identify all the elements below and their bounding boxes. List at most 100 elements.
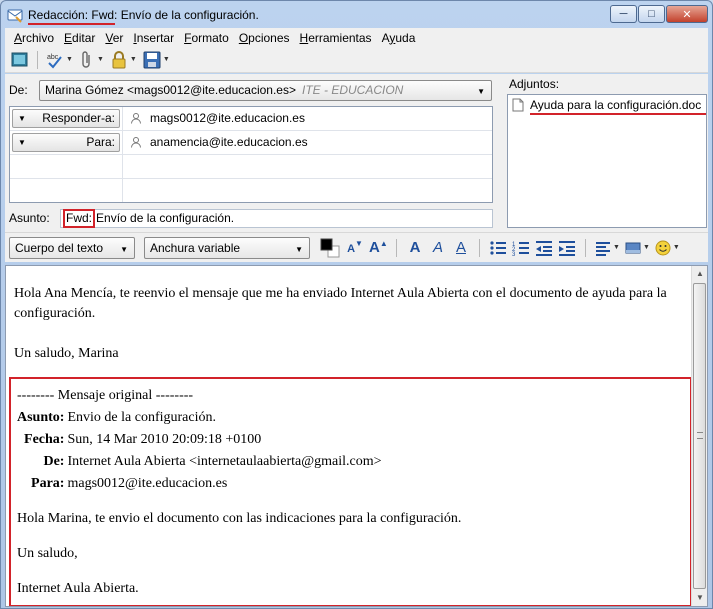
format-toolbar: Cuerpo del texto ▼ Anchura variable ▼ A▼… (5, 232, 708, 262)
security-button[interactable]: ▼ (108, 49, 139, 71)
window-title-prefix: Redacción: Fwd: (28, 8, 118, 22)
chevron-down-icon: ▼ (295, 244, 303, 254)
smiley-icon (655, 240, 671, 255)
scrollbar-thumb[interactable] (693, 283, 706, 589)
scroll-down-arrow-icon[interactable]: ▼ (692, 590, 707, 606)
menu-item[interactable]: Formato (179, 31, 234, 45)
menu-item[interactable]: Ayuda (377, 31, 421, 45)
emoticon-button[interactable]: ▼ (655, 240, 680, 256)
original-message-signoff: Un saludo, (17, 546, 78, 561)
attachment-item[interactable]: Ayuda para la configuración.doc (512, 98, 701, 112)
close-button[interactable]: ✕ (666, 5, 708, 23)
subject-fwd-prefix: Fwd: (63, 208, 96, 228)
recipient-row-empty[interactable] (10, 155, 492, 179)
contact-icon (131, 113, 141, 124)
chevron-down-icon: ▼ (18, 138, 26, 147)
menu-item[interactable]: Herramientas (295, 31, 377, 45)
increase-font-size-icon[interactable]: A▲ (369, 239, 388, 256)
attachments-list: Ayuda para la configuración.doc (507, 94, 707, 228)
scrollbar-grip (697, 432, 703, 439)
maximize-button[interactable]: □ (638, 5, 665, 23)
recipient-type-select[interactable]: ▼ Responder-a: (12, 109, 120, 128)
font-select[interactable]: Anchura variable ▼ (144, 236, 310, 259)
body-content: Hola Ana Mencía, te reenvio el mensaje q… (14, 284, 690, 364)
chevron-down-icon[interactable]: ▼ (66, 56, 73, 63)
contact-icon (131, 137, 141, 148)
indent-icon[interactable] (558, 239, 576, 257)
recipient-address-field[interactable]: anamencia@ite.educacion.es (130, 135, 308, 149)
from-select[interactable]: Marina Gómez <mags0012@ite.educacion.es>… (39, 79, 492, 101)
original-message-text: Hola Marina, te envio el documento con l… (17, 511, 462, 526)
send-button[interactable] (9, 49, 31, 71)
chevron-down-icon: ▼ (18, 114, 26, 123)
outdent-icon[interactable] (535, 239, 553, 257)
numbered-list-icon[interactable]: 1 2 3 (512, 239, 530, 257)
body-scrollbar[interactable]: ▲ ▼ (691, 266, 707, 606)
chevron-down-icon: ▼ (642, 244, 650, 251)
recipient-type-select[interactable]: ▼ Para: (12, 133, 120, 152)
recipient-address-field[interactable]: mags0012@ite.educacion.es (130, 111, 305, 125)
forward-field-row: De: Internet Aula Abierta <internetaulaa… (17, 451, 381, 473)
chevron-down-icon[interactable]: ▼ (97, 56, 104, 63)
forward-field-key: Para: (31, 476, 65, 491)
chevron-down-icon: ▼ (672, 244, 680, 251)
bullet-list-icon[interactable] (489, 239, 507, 257)
scroll-up-arrow-icon[interactable]: ▲ (692, 266, 707, 282)
forward-field-value: mags0012@ite.educacion.es (67, 476, 228, 491)
menu-item[interactable]: Editar (59, 31, 100, 45)
chevron-down-icon[interactable]: ▼ (163, 56, 170, 63)
forward-field-value: Sun, 14 Mar 2010 20:09:18 +0100 (67, 432, 262, 447)
save-button[interactable]: ▼ (141, 49, 172, 71)
subject-label: Asunto: (9, 211, 50, 225)
menu-item[interactable]: Ver (100, 31, 128, 45)
recipient-address: mags0012@ite.educacion.es (150, 111, 305, 125)
subject-row: Asunto: Fwd: Envío de la configuración. (9, 207, 493, 229)
compose-window: Redacción: Fwd: Envío de la configuració… (0, 0, 713, 609)
minimize-icon: ─ (619, 8, 628, 20)
forward-fields-table: Asunto: Envio de la configuración. Fecha… (17, 407, 381, 495)
message-body-editor[interactable]: Hola Ana Mencía, te reenvio el mensaje q… (5, 265, 708, 607)
forward-field-key: Fecha: (24, 432, 65, 447)
recipient-row-empty[interactable] (10, 179, 492, 203)
bold-icon[interactable]: A (406, 239, 424, 256)
attachments-label: Adjuntos: (509, 77, 560, 91)
spellcheck-icon: abc (47, 54, 62, 68)
chevron-down-icon[interactable]: ▼ (130, 56, 137, 63)
menu-item[interactable]: Opciones (234, 31, 295, 45)
attachment-name: Ayuda para la configuración.doc (530, 98, 702, 112)
paragraph-style-select[interactable]: Cuerpo del texto ▼ (9, 236, 135, 259)
decrease-font-size-icon[interactable]: A▼ (346, 239, 364, 256)
spelling-button[interactable]: abc ▼ (44, 49, 75, 71)
text-color-picker[interactable] (319, 237, 341, 259)
insert-button[interactable]: ▼ (625, 240, 650, 256)
compose-app-icon (7, 9, 23, 23)
italic-icon[interactable]: A (429, 239, 447, 256)
minimize-button[interactable]: ─ (610, 5, 637, 23)
paperclip-icon (82, 50, 90, 68)
svg-text:abc: abc (47, 54, 59, 61)
toolbar-separator (585, 238, 586, 257)
menu-item[interactable]: Insertar (128, 31, 179, 45)
alignment-button[interactable]: ▼ (595, 240, 620, 256)
underline-icon[interactable]: A (452, 239, 470, 256)
lock-icon (112, 50, 126, 68)
insert-image-icon (625, 242, 641, 253)
recipient-row: ▼ Responder-a: mags0012@ite.educacion.es (10, 107, 492, 131)
forward-field-key: De: (43, 454, 65, 469)
subject-input[interactable]: Fwd: Envío de la configuración. (60, 208, 493, 228)
forward-field-key: Asunto: (17, 410, 65, 425)
menu-item[interactable]: Archivo (9, 31, 59, 45)
svg-text:3: 3 (512, 252, 516, 257)
attach-button[interactable]: ▼ (77, 49, 106, 71)
main-toolbar: abc ▼ ▼ ▼ ▼ (5, 47, 708, 73)
maximize-icon: □ (648, 8, 655, 20)
body-signoff: Un saludo, Marina (14, 346, 119, 361)
from-row: De: Marina Gómez <mags0012@ite.educacion… (9, 79, 492, 101)
recipient-address: anamencia@ite.educacion.es (150, 135, 308, 149)
attachments-pane: Adjuntos: Ayuda para la configuración.do… (499, 74, 708, 232)
recipient-type-label: Responder-a: (42, 111, 115, 125)
forwarded-message: -------- Mensaje original -------- Asunt… (17, 385, 461, 600)
